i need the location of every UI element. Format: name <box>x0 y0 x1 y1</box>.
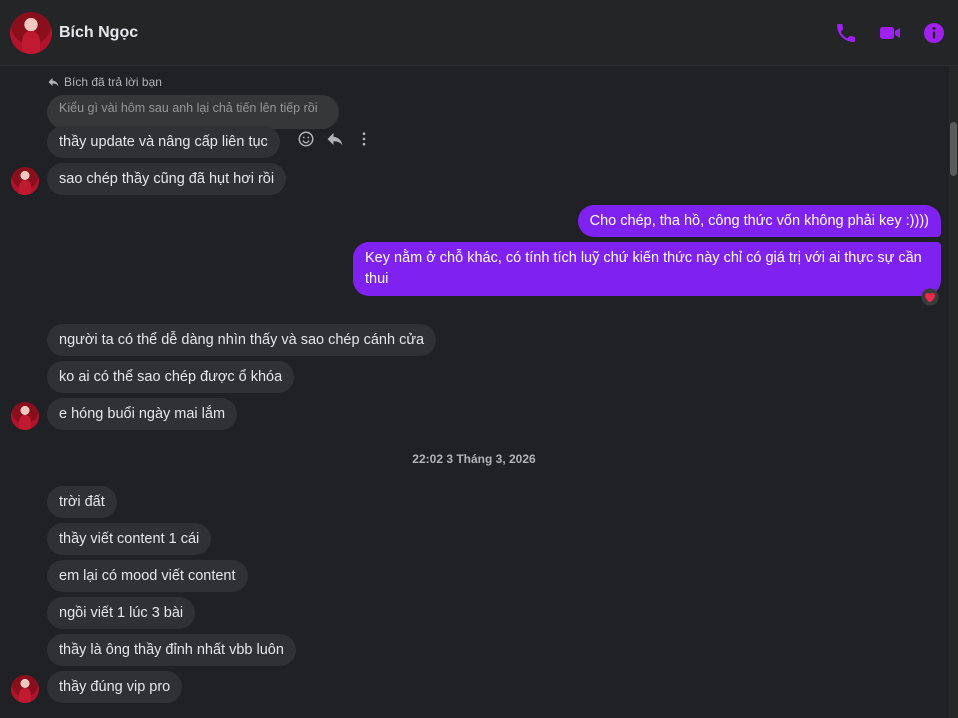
outgoing-message[interactable]: Key nằm ở chỗ khác, có tính tích luỹ chứ… <box>353 242 941 296</box>
quoted-message-text: Kiểu gì vài hôm sau anh lại chả tiến lên… <box>59 101 318 115</box>
incoming-message[interactable]: người ta có thể dễ dàng nhìn thấy và sao… <box>47 324 437 356</box>
sender-avatar[interactable] <box>11 402 39 430</box>
reply-arrow-icon <box>48 78 59 87</box>
quoted-message[interactable]: Kiểu gì vài hôm sau anh lại chả tiến lên… <box>47 95 339 129</box>
incoming-message[interactable]: e hóng buổi ngày mai lắm <box>47 398 238 430</box>
incoming-message[interactable]: em lại có mood viết content <box>47 560 248 592</box>
incoming-message[interactable]: thầy update và nâng cấp liên tục <box>47 126 280 158</box>
scrollbar-thumb[interactable] <box>950 122 957 176</box>
smiley-icon[interactable] <box>297 130 315 148</box>
timestamp-divider: 22:02 3 Tháng 3, 2026 <box>412 452 536 466</box>
reply-icon[interactable] <box>325 130 345 148</box>
incoming-message[interactable]: thầy là ông thầy đỉnh nhất vbb luôn <box>47 634 296 666</box>
incoming-message[interactable]: thầy viết content 1 cái <box>47 523 212 555</box>
incoming-message[interactable]: ngồi viết 1 lúc 3 bài <box>47 597 196 629</box>
info-icon[interactable] <box>922 21 946 45</box>
contact-name[interactable]: Bích Ngọc <box>59 24 138 42</box>
incoming-message[interactable]: thầy đúng vip pro <box>47 671 183 703</box>
message-actions <box>297 130 373 148</box>
phone-icon[interactable] <box>834 21 858 45</box>
more-options-icon[interactable] <box>355 130 373 148</box>
sender-avatar[interactable] <box>11 167 39 195</box>
reply-note-text: Bích đã trả lời bạn <box>64 75 162 89</box>
chat-header: Bích Ngọc <box>0 0 958 66</box>
reply-note: Bích đã trả lời bạn <box>47 75 162 89</box>
outgoing-message[interactable]: Cho chép, tha hồ, công thức vốn không ph… <box>577 205 941 237</box>
incoming-message[interactable]: sao chép thầy cũng đã hụt hơi rồi <box>47 163 287 195</box>
incoming-message[interactable]: ko ai có thể sao chép được ổ khóa <box>47 361 295 393</box>
sender-avatar[interactable] <box>11 675 39 703</box>
video-camera-icon[interactable] <box>878 21 902 45</box>
heart-reaction-icon[interactable] <box>921 288 939 306</box>
incoming-message[interactable]: trời đất <box>47 486 117 518</box>
contact-avatar[interactable] <box>10 12 52 54</box>
